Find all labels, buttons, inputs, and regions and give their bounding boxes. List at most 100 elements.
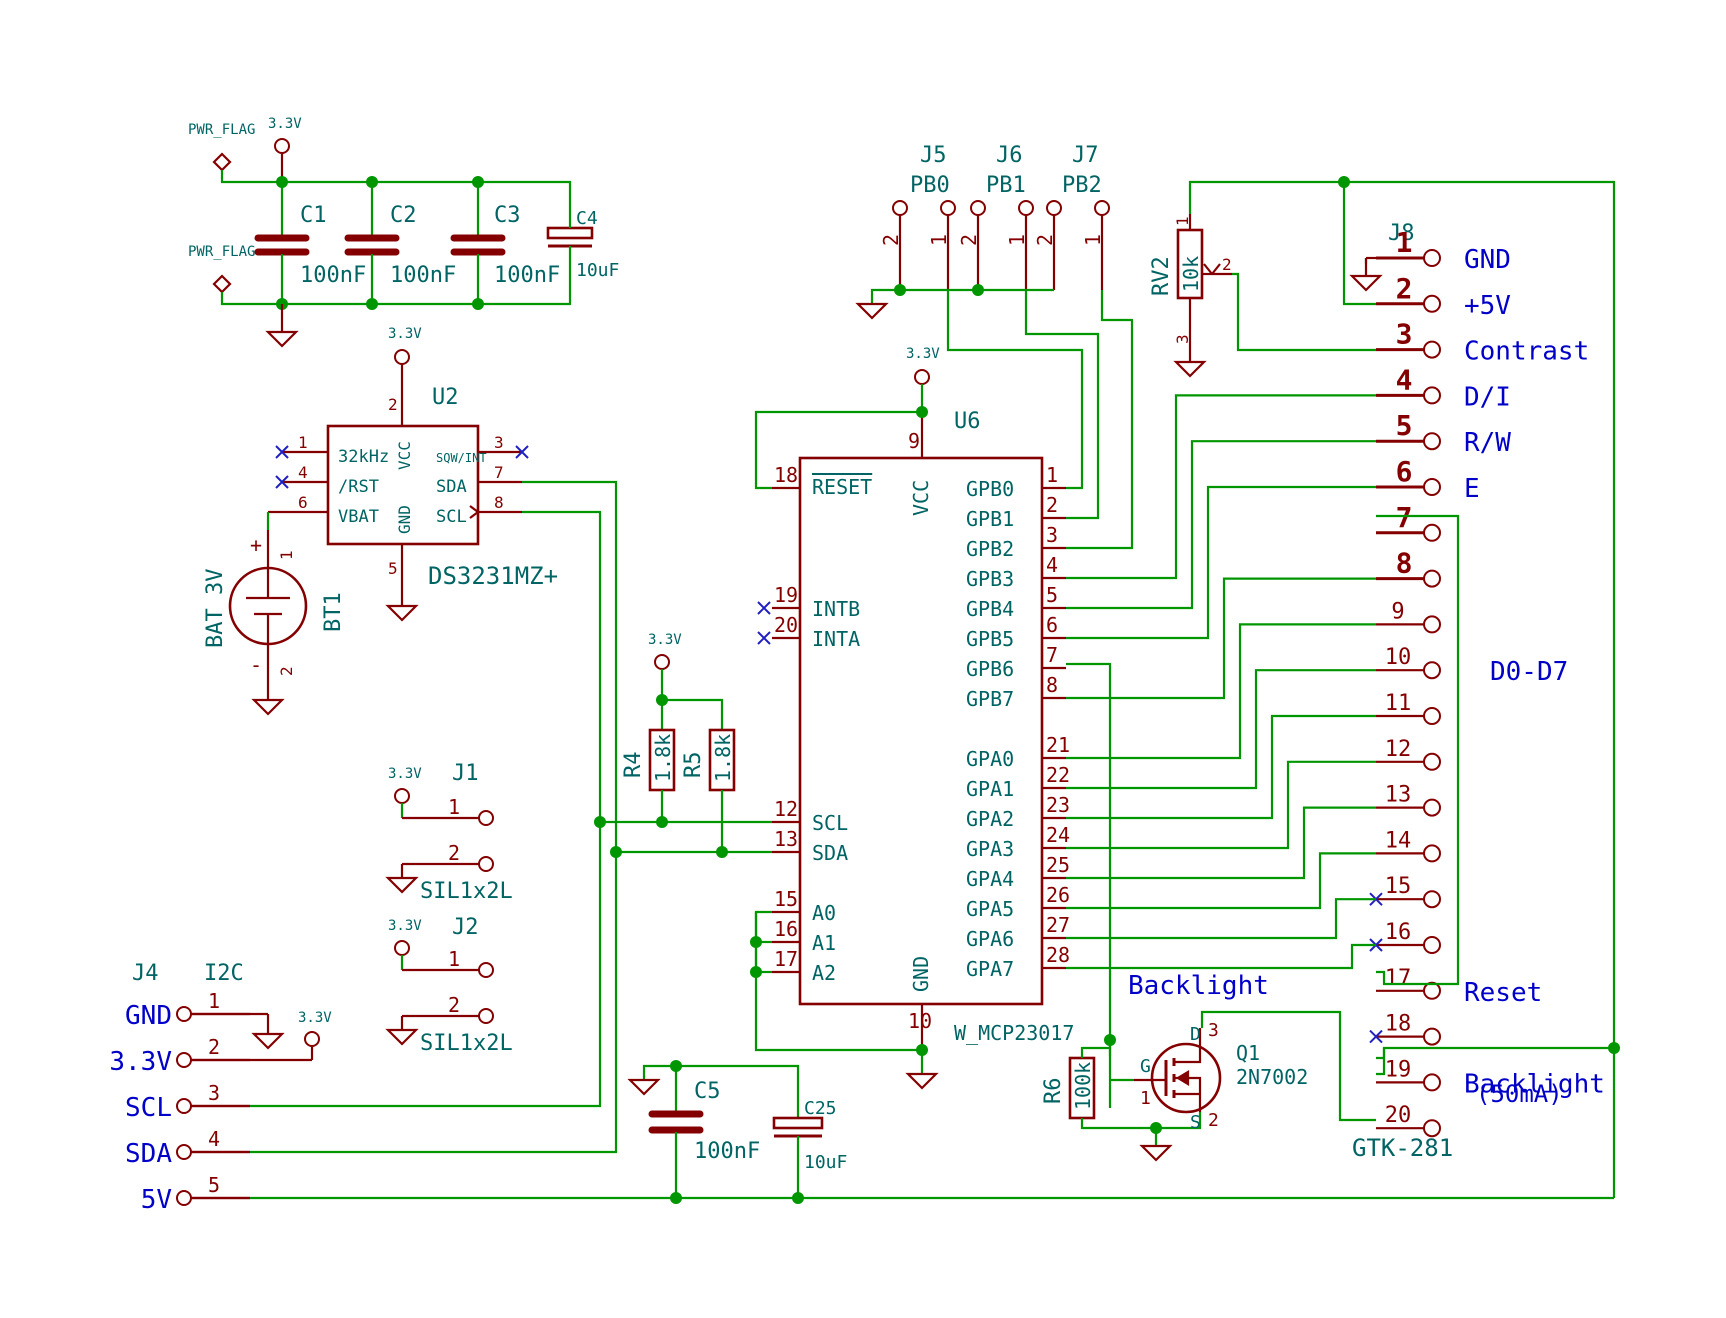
j5-ref: J5	[920, 143, 947, 168]
pin-name: SDA	[436, 477, 467, 497]
u6-pin-number: 27	[1046, 913, 1070, 937]
u6-pin-number: 13	[774, 827, 798, 851]
j2-value: SIL1x2L	[420, 1031, 513, 1056]
u6-pin-name: GPA0	[966, 747, 1014, 771]
u6-pin-name: A0	[812, 901, 836, 925]
u6-pin-number: 20	[774, 613, 798, 637]
pwr-flag-label: PWR_FLAG	[188, 244, 255, 260]
backlight-note: (50mA)	[1476, 1080, 1563, 1108]
u6-pin-name: GPB2	[966, 537, 1014, 561]
u6-pin-name: INTB	[812, 597, 860, 621]
u6-pin-name: A2	[812, 961, 836, 985]
j8-pin-number: 16	[1385, 920, 1412, 945]
pin-number: 1	[448, 947, 460, 971]
j4-pin-number: 5	[208, 1173, 220, 1197]
pin-number: 1	[298, 433, 308, 452]
pin-number: 5	[388, 559, 398, 578]
j8-pin	[1423, 340, 1441, 359]
j8-pin	[1423, 844, 1441, 863]
pin-number: 2	[1222, 255, 1232, 274]
j8-pin-number: 11	[1385, 691, 1412, 716]
j8-pin-number: 20	[1385, 1103, 1412, 1128]
j8-pin	[1423, 661, 1441, 680]
c2-value: 100nF	[390, 263, 456, 288]
j8-pin-number: 6	[1396, 455, 1413, 488]
c4-ref: C4	[576, 208, 598, 229]
d0-d7-label: D0-D7	[1490, 657, 1568, 687]
c3-ref: C3	[494, 203, 521, 228]
q1-ref: Q1	[1236, 1041, 1260, 1065]
c3-value: 100nF	[494, 263, 560, 288]
j2-ref: J2	[452, 915, 479, 940]
j8-pin-number: 12	[1385, 737, 1412, 762]
u6-pin-number: 17	[774, 947, 798, 971]
j8-pin-number: 1	[1396, 226, 1413, 259]
pin-number: 2	[879, 234, 903, 246]
i2c-bus: 3.3V 1.8k 1.8k R4 R5	[522, 480, 772, 858]
no-connect-marker	[757, 601, 771, 615]
j7-ref: J7	[1072, 143, 1099, 168]
c1-value: 100nF	[300, 263, 366, 288]
pin-name: 32kHz	[338, 447, 389, 467]
pin-number: 8	[494, 493, 504, 512]
j8-pin	[1423, 569, 1441, 588]
rv2-value: 10k	[1179, 256, 1203, 292]
j4-pin-label: SCL	[125, 1093, 172, 1123]
pin-number: 7	[494, 463, 504, 482]
u6-pin-number: 2	[1046, 493, 1058, 517]
u6-pin-name: GPA3	[966, 837, 1014, 861]
q1-backlight-driver: 100k R6 G D S 1 2 3 Q1 2N7002	[1041, 662, 1308, 1162]
gnd-symbol	[855, 302, 889, 320]
pin-number: 9	[908, 429, 920, 453]
pin-number: 2	[957, 234, 981, 246]
j1-pin-1	[478, 810, 494, 826]
u6-pin-number: 15	[774, 887, 798, 911]
u6-pin-number: 21	[1046, 733, 1070, 757]
pin-number: 1	[1173, 216, 1192, 226]
pin-number: 2	[448, 993, 460, 1017]
gnd-symbol	[385, 604, 419, 622]
u6-pin-number: 18	[774, 463, 798, 487]
r5-ref: R5	[681, 752, 706, 779]
j4-pin-number: 2	[208, 1035, 220, 1059]
gnd-symbol	[251, 698, 285, 716]
pin-number: 1	[927, 234, 951, 246]
u6-pin-name: GPA4	[966, 867, 1014, 891]
pin-name-reset: RESET	[812, 475, 872, 499]
j2-header: 3.3V 1 2 J2 SIL1x2L	[385, 915, 513, 1056]
r4-value: 1.8k	[651, 734, 675, 782]
c2-ref: C2	[390, 203, 417, 228]
j8-pin	[1423, 707, 1441, 725]
pin-number: 2	[1208, 1110, 1219, 1131]
pwr-flag-symbol	[212, 274, 232, 294]
j8-pin	[1423, 981, 1441, 1000]
u6-pin-name: GPA7	[966, 957, 1014, 981]
bt1-value: BAT 3V	[203, 569, 228, 648]
j8-pin	[1423, 936, 1441, 954]
j8-pin	[1423, 798, 1441, 817]
u6-pin-name: GPA5	[966, 897, 1014, 921]
j8-pin	[1423, 1073, 1441, 1092]
j8-pin-number: 17	[1385, 966, 1412, 991]
j8-pin-number: 5	[1396, 409, 1413, 442]
u6-pin-number: 4	[1046, 553, 1058, 577]
j4-pin	[176, 1098, 192, 1114]
c1-ref: C1	[300, 203, 327, 228]
j1-pin-2	[478, 856, 494, 872]
pin-number: 1	[1005, 234, 1029, 246]
battery-minus: -	[250, 653, 262, 677]
j8-pin-number: 3	[1396, 318, 1413, 351]
j8-pin	[1423, 249, 1441, 267]
j8-pin-label: R/W	[1464, 428, 1511, 458]
gnd-symbol	[385, 876, 419, 894]
u6-pin-name: INTA	[812, 627, 860, 651]
power-label: 3.3V	[388, 766, 422, 782]
power-port-3v3	[304, 1031, 320, 1047]
c25-value: 10uF	[804, 1152, 847, 1173]
r6-value: 100k	[1071, 1062, 1095, 1110]
c25-plate	[772, 1116, 824, 1130]
pin-name: VCC	[395, 441, 414, 470]
pin-number: 1	[1081, 234, 1105, 246]
power-port-3v3	[654, 654, 670, 670]
j4-pin	[176, 1052, 192, 1068]
